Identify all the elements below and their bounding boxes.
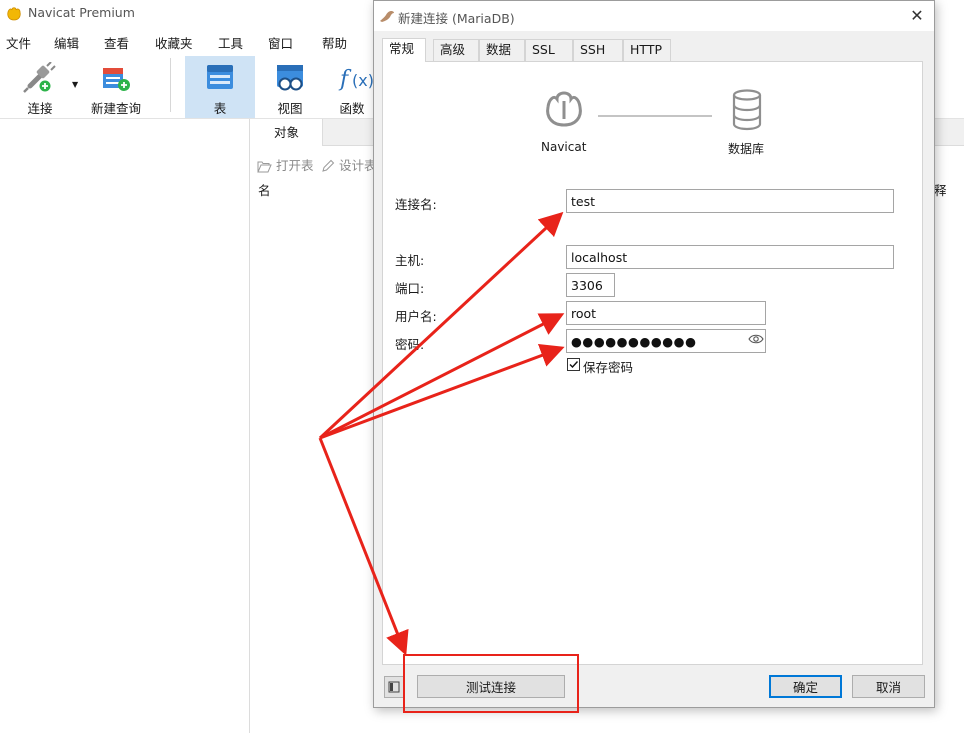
function-label: 函数 <box>339 101 365 116</box>
navicat-leaf-icon <box>7 7 21 21</box>
cancel-button[interactable]: 取消 <box>852 675 925 698</box>
username-input[interactable] <box>566 301 766 325</box>
save-password-checkbox[interactable] <box>567 358 580 371</box>
password-label: 密码: <box>395 337 425 352</box>
new-query-label: 新建查询 <box>90 101 141 116</box>
table-button[interactable]: 表 <box>185 56 255 118</box>
menubar: 文件 编辑 查看 收藏夹 工具 窗口 帮助 <box>0 31 380 51</box>
open-table-label: 打开表 <box>276 158 314 173</box>
navicat-outline-icon <box>546 91 582 127</box>
port-label: 端口: <box>395 281 425 296</box>
menu-file[interactable]: 文件 <box>6 33 31 52</box>
connect-dropdown-icon[interactable]: ▼ <box>72 80 78 89</box>
close-icon[interactable]: ✕ <box>905 5 929 27</box>
svg-text:f: f <box>338 67 352 92</box>
design-table-label: 设计表 <box>339 158 377 173</box>
general-settings-panel: Navicat 数据库 连接名: 主机: 端口: 用户名: 密码: 保存密码 <box>382 61 923 665</box>
function-fx-icon: f (x) <box>338 67 374 92</box>
tab-databases[interactable]: 数据库 <box>479 39 525 77</box>
mariadb-seal-icon <box>380 11 394 22</box>
diagram-database-label: 数据库 <box>728 142 765 156</box>
save-password-label[interactable]: 保存密码 <box>583 357 633 376</box>
table-label: 表 <box>213 101 227 116</box>
app-title: Navicat Premium <box>28 5 135 20</box>
menu-edit[interactable]: 编辑 <box>54 33 79 52</box>
port-input[interactable] <box>566 273 615 297</box>
table-icon <box>207 65 233 89</box>
eye-icon[interactable] <box>748 333 764 345</box>
sidebar-toggle-button[interactable] <box>384 676 404 698</box>
connection-tree-panel[interactable] <box>0 119 250 733</box>
folder-open-icon <box>257 161 272 173</box>
tab-ssl[interactable]: SSL <box>525 39 573 61</box>
main-toolbar: 连接 ▼ 新建查询 表 视图 f (x) 函数 <box>0 54 380 118</box>
function-button[interactable]: f (x) 函数 <box>330 56 374 118</box>
svg-text:(x): (x) <box>352 71 374 90</box>
tab-ssh[interactable]: SSH <box>573 39 623 61</box>
connection-name-input[interactable] <box>566 189 894 213</box>
diagram-connector-line <box>598 115 712 117</box>
test-connection-button[interactable]: 测试连接 <box>417 675 565 698</box>
design-table-button[interactable]: 设计表 <box>321 155 377 174</box>
connect-button[interactable]: 连接 <box>4 56 76 118</box>
dialog-tabs: 常规 高级 数据库 SSL SSH HTTP <box>382 38 927 77</box>
plug-icon <box>23 62 56 93</box>
view-button[interactable]: 视图 <box>258 56 322 118</box>
column-comment-header[interactable]: 释 <box>934 180 947 199</box>
password-input[interactable] <box>566 329 766 353</box>
toolbar-divider <box>170 58 171 112</box>
view-glasses-icon <box>277 65 303 91</box>
menu-tools[interactable]: 工具 <box>218 33 243 52</box>
host-label: 主机: <box>395 253 425 268</box>
tab-http[interactable]: HTTP <box>623 39 671 61</box>
new-connection-dialog: 新建连接 (MariaDB) ✕ 常规 高级 数据库 SSL SSH HTTP … <box>373 0 935 708</box>
view-label: 视图 <box>277 101 303 116</box>
diagram-navicat-label: Navicat <box>541 140 587 154</box>
dialog-title: 新建连接 (MariaDB) <box>398 11 515 26</box>
menu-window[interactable]: 窗口 <box>268 33 293 52</box>
checkmark-icon <box>569 361 579 369</box>
menu-help[interactable]: 帮助 <box>322 33 347 52</box>
tab-general[interactable]: 常规 <box>382 38 426 62</box>
connection-name-label: 连接名: <box>395 197 437 212</box>
new-query-button[interactable]: 新建查询 <box>86 56 146 118</box>
tab-objects[interactable]: 对象 <box>251 119 323 146</box>
panel-layout-icon <box>388 681 400 693</box>
new-query-icon <box>103 68 130 91</box>
database-icon <box>732 89 762 131</box>
pencil-icon <box>322 159 335 172</box>
column-name-header[interactable]: 名 <box>258 180 271 199</box>
username-label: 用户名: <box>395 309 437 324</box>
menu-favorites[interactable]: 收藏夹 <box>155 33 193 52</box>
open-table-button[interactable]: 打开表 <box>257 155 314 174</box>
dialog-titlebar: 新建连接 (MariaDB) ✕ <box>374 1 934 31</box>
host-input[interactable] <box>566 245 894 269</box>
connect-label: 连接 <box>27 101 53 116</box>
tab-advanced[interactable]: 高级 <box>433 39 479 61</box>
ok-button[interactable]: 确定 <box>769 675 842 698</box>
menu-view[interactable]: 查看 <box>104 33 129 52</box>
